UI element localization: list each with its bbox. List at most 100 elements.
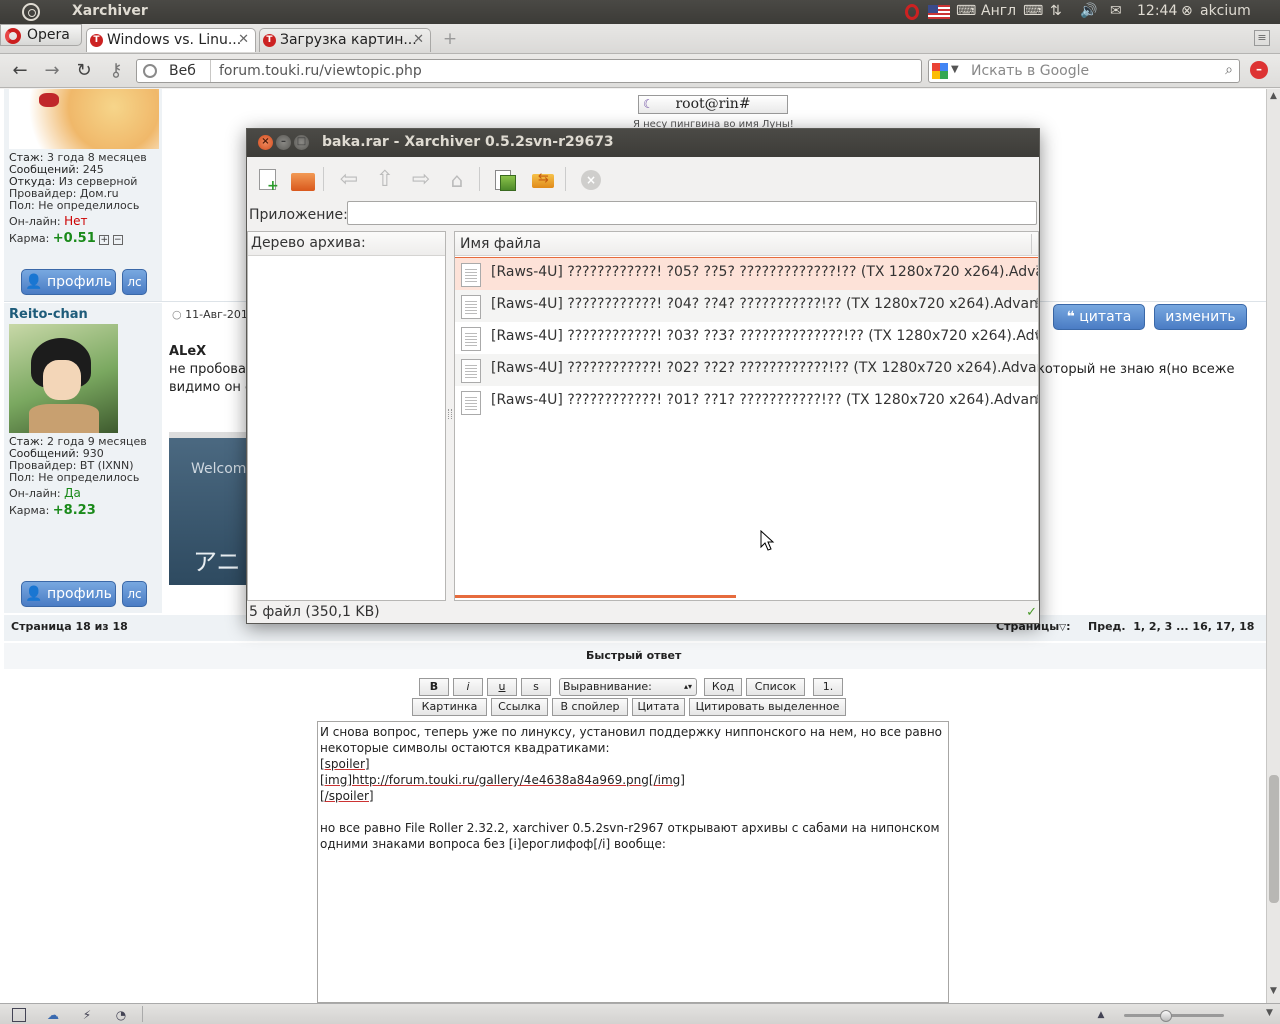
us-flag-icon[interactable] — [928, 5, 950, 19]
ribbon-icon — [39, 93, 59, 107]
up-icon[interactable]: ⇧ — [372, 167, 398, 193]
panels-toggle-icon[interactable] — [12, 1008, 26, 1022]
home-icon[interactable]: ⌂ — [444, 167, 470, 193]
search-field[interactable]: ▼ Искать в Google ⌕ — [928, 59, 1240, 83]
close-tab-icon[interactable]: ✕ — [413, 32, 424, 47]
stop-icon[interactable]: × — [578, 167, 604, 193]
file-list-pane[interactable]: Имя файла [Raws-4U] ????????????! ?05? ?… — [454, 231, 1039, 601]
clock[interactable]: 12:44 — [1137, 3, 1177, 19]
search-placeholder[interactable]: Искать в Google — [971, 63, 1089, 79]
column-separator[interactable] — [1031, 234, 1032, 254]
unite-cloud-icon[interactable]: ☁ — [46, 1008, 60, 1022]
profile-button[interactable]: 👤 профиль — [21, 581, 116, 607]
quote-button[interactable]: ❝ цитата — [1053, 304, 1145, 330]
reply-textarea[interactable]: И снова вопрос, теперь уже по линуксу, у… — [317, 721, 949, 1003]
google-icon[interactable] — [932, 63, 948, 79]
list-button[interactable]: Список — [746, 678, 805, 696]
window-titlebar[interactable]: × – □ baka.rar - Xarchiver 0.5.2svn-r296… — [247, 129, 1039, 157]
xarchiver-window: × – □ baka.rar - Xarchiver 0.5.2svn-r296… — [246, 128, 1040, 624]
address-prefix: Веб — [169, 63, 196, 79]
underline-button[interactable]: u — [487, 678, 517, 696]
new-archive-icon[interactable]: + — [255, 167, 281, 193]
scroll-up-icon[interactable]: ▲ — [1270, 91, 1277, 101]
url-text[interactable]: forum.touki.ru/viewtopic.php — [219, 63, 422, 79]
scroll-thumb[interactable] — [1269, 775, 1279, 903]
close-tab-icon[interactable]: ✕ — [238, 32, 249, 47]
search-icon[interactable]: ⌕ — [1225, 62, 1233, 78]
maximize-icon[interactable]: □ — [294, 135, 309, 150]
minimize-icon[interactable]: – — [276, 135, 291, 150]
key-icon[interactable]: ⚷ — [105, 60, 127, 82]
edit-button[interactable]: изменить — [1154, 304, 1247, 330]
spoiler-button[interactable]: В спойлер — [552, 698, 628, 716]
back-icon[interactable]: ← — [9, 60, 31, 82]
tab-menu-icon[interactable]: ≡ — [1254, 30, 1270, 46]
user-icon[interactable]: ⊗ — [1181, 3, 1193, 19]
archive-tree-pane[interactable]: Дерево архива: — [247, 231, 446, 601]
file-list-header[interactable]: Имя файла — [455, 232, 1038, 256]
quote-selection-button[interactable]: Цитировать выделенное — [689, 698, 846, 716]
code-button[interactable]: Код — [704, 678, 742, 696]
new-tab-icon[interactable]: + — [441, 30, 459, 48]
pm-button[interactable]: лс — [122, 269, 147, 295]
chevron-down-icon[interactable]: ▼ — [951, 64, 959, 75]
bold-button[interactable]: B — [419, 678, 449, 696]
tab-windows-vs-linux[interactable]: T Windows vs. Linu... ✕ — [86, 28, 256, 52]
profile-button[interactable]: 👤 профиль — [21, 269, 116, 295]
zoom-slider-knob[interactable] — [1160, 1010, 1172, 1022]
scroll-down-icon[interactable]: ▼ — [1266, 1008, 1273, 1018]
stop-icon[interactable]: – — [1250, 61, 1268, 79]
page-scrollbar[interactable]: ▲ ▼ — [1266, 89, 1280, 1003]
ubuntu-logo-icon[interactable] — [22, 3, 40, 21]
back-icon[interactable]: ⇦ — [336, 167, 362, 193]
pages-nav[interactable]: Пред. 1, 2, 3 ... 16, 17, 18 — [1088, 620, 1254, 633]
pm-button[interactable]: лс — [122, 581, 147, 607]
file-row[interactable]: [Raws-4U] ????????????! ?02? ??2? ??????… — [455, 354, 1038, 386]
image-button[interactable]: Картинка — [412, 698, 487, 716]
file-row[interactable]: [Raws-4U] ????????????! ?01? ??1? ??????… — [455, 386, 1038, 418]
file-row[interactable]: [Raws-4U] ????????????! ?03? ??3? ??????… — [455, 322, 1038, 354]
opera-tray-icon[interactable] — [905, 4, 919, 20]
link-button[interactable]: Ссылка — [491, 698, 548, 716]
post-image[interactable]: Welcome アニ — [169, 432, 247, 585]
xarchiver-toolbar: + ⇦ ⇧ ⇨ ⌂ ⇆ × — [247, 157, 1039, 199]
file-row[interactable]: [Raws-4U] ????????????! ?04? ??4? ??????… — [455, 290, 1038, 322]
zoom-slider[interactable] — [1124, 1014, 1224, 1017]
italic-button[interactable]: i — [453, 678, 483, 696]
reload-icon[interactable]: ↻ — [73, 60, 95, 82]
turbo-icon[interactable]: ⚡ — [80, 1008, 94, 1022]
pane-splitter-handle[interactable] — [448, 409, 452, 419]
forward-icon[interactable]: → — [41, 60, 63, 82]
keyboard-layout[interactable]: Англ — [981, 3, 1016, 19]
quote-bb-button[interactable]: Цитата — [632, 698, 685, 716]
view-menu-icon[interactable]: ▲ — [1094, 1008, 1108, 1022]
numbered-list-button[interactable]: 1. — [813, 678, 843, 696]
archive-tree-header[interactable]: Дерево архива: — [248, 232, 445, 256]
tab-upload-pictures[interactable]: T Загрузка картин... ✕ — [259, 28, 431, 52]
mail-icon[interactable]: ✉ — [1110, 3, 1122, 19]
application-field[interactable] — [347, 201, 1037, 225]
close-icon[interactable]: × — [258, 135, 273, 150]
filename-column-header[interactable]: Имя файла — [460, 236, 541, 252]
chevron-down-icon[interactable]: ▽ — [1059, 623, 1066, 633]
file-row[interactable]: [Raws-4U] ????????????! ?05? ??5? ??????… — [455, 257, 1038, 291]
opera-menu-button[interactable]: Opera — [0, 24, 82, 46]
extract-icon[interactable]: ⇆ — [529, 167, 555, 193]
file-extra-column: 6 — [1035, 392, 1038, 408]
strike-button[interactable]: s — [521, 678, 551, 696]
forward-icon[interactable]: ⇨ — [408, 167, 434, 193]
speed-dial-icon[interactable]: ◔ — [114, 1008, 128, 1022]
keyboard-tray-icon[interactable]: ⌨ — [1023, 3, 1043, 19]
author-name[interactable]: Reito-chan — [9, 307, 88, 322]
open-archive-icon[interactable] — [289, 167, 315, 193]
karma-minus-icon[interactable]: − — [112, 235, 123, 245]
volume-icon[interactable]: 🔊 — [1080, 3, 1097, 19]
user-name[interactable]: akcium — [1200, 3, 1251, 19]
keyboard-icon[interactable]: ⌨ — [956, 3, 976, 19]
align-select[interactable]: Выравнивание: ▴▾ — [559, 678, 697, 696]
address-field[interactable]: Веб forum.touki.ru/viewtopic.php — [136, 59, 922, 83]
network-icon[interactable]: ⇅ — [1050, 3, 1062, 19]
scroll-down-icon[interactable]: ▼ — [1270, 986, 1277, 996]
add-files-icon[interactable] — [492, 167, 518, 193]
karma-plus-icon[interactable]: + — [99, 235, 110, 245]
